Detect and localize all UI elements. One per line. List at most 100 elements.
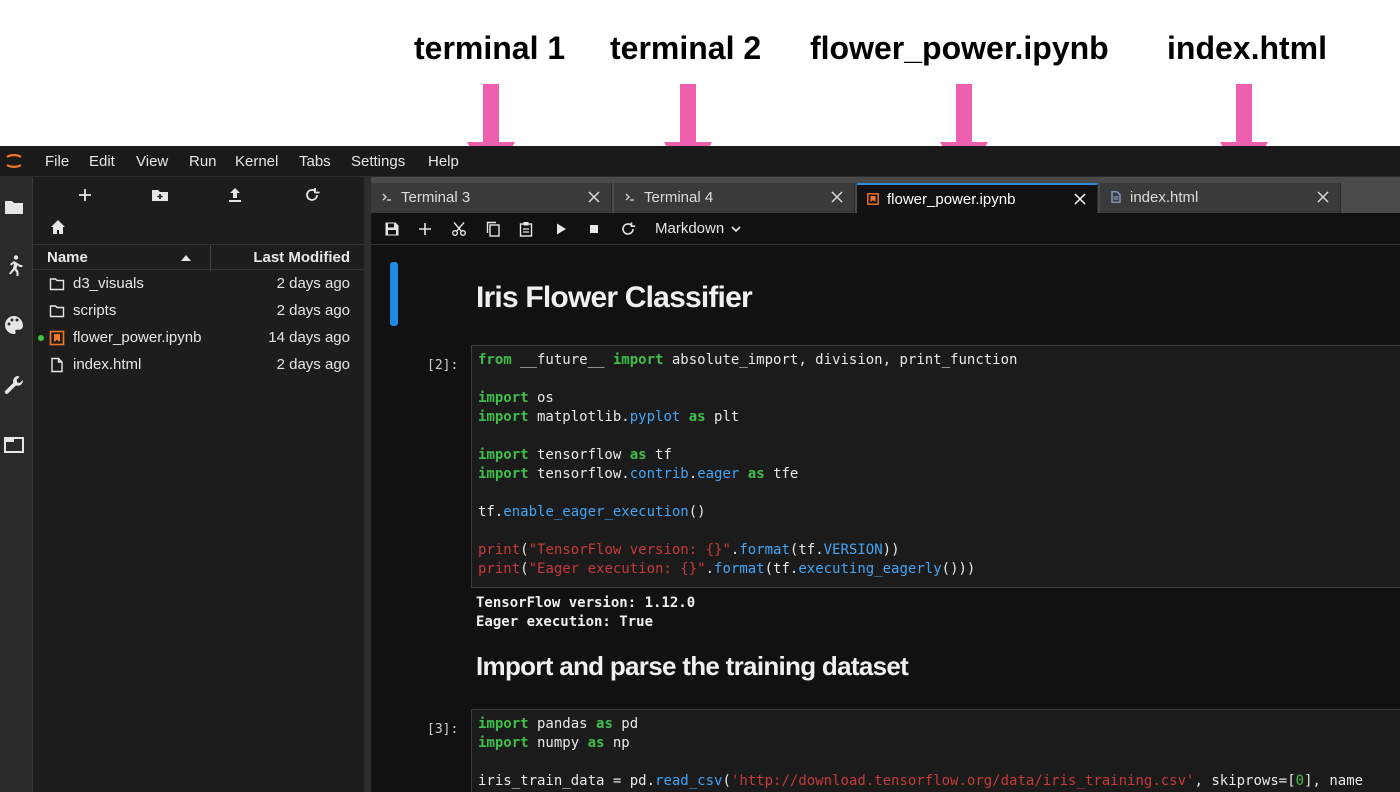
code-line: import numpy as np xyxy=(478,735,630,751)
file-name: flower_power.ipynb xyxy=(73,329,202,346)
tabs-icon[interactable] xyxy=(3,434,25,456)
main-dock-panel: Terminal 3 Terminal 4 flower_power.ipynb… xyxy=(371,177,1400,792)
menubar: File Edit View Run Kernel Tabs Settings … xyxy=(0,146,1400,177)
notebook-panel[interactable]: Iris Flower Classifier [2]: from __futur… xyxy=(371,245,1400,792)
restart-icon[interactable] xyxy=(620,221,636,237)
file-modified: 2 days ago xyxy=(276,275,350,292)
wrench-icon[interactable] xyxy=(3,374,25,396)
code-line: print("Eager execution: {}".format(tf.ex… xyxy=(478,561,976,577)
menu-edit[interactable]: Edit xyxy=(89,153,115,170)
annotation-index-html: index.html xyxy=(1167,30,1328,66)
tab-flower-power-ipynb[interactable]: flower_power.ipynb xyxy=(857,183,1098,213)
cell-output-line: Eager execution: True xyxy=(476,614,654,630)
stop-icon[interactable] xyxy=(586,221,602,237)
file-row-flower-power[interactable]: flower_power.ipynb 14 days ago xyxy=(33,325,364,352)
file-name: scripts xyxy=(73,302,117,319)
jupyter-logo-icon xyxy=(6,154,22,168)
cell-prompt: [2]: xyxy=(427,358,459,373)
active-cell-indicator xyxy=(390,262,398,326)
cell-type-select[interactable]: Markdown xyxy=(655,220,724,237)
annotation-terminal-1: terminal 1 xyxy=(414,30,566,66)
new-folder-icon[interactable] xyxy=(151,186,169,204)
code-cell-editor[interactable]: from __future__ import absolute_import, … xyxy=(471,345,1400,588)
close-icon[interactable] xyxy=(1316,190,1330,204)
code-line: import pandas as pd xyxy=(478,716,639,732)
file-name: index.html xyxy=(73,356,142,373)
upload-icon[interactable] xyxy=(226,186,244,204)
markdown-heading-title[interactable]: Iris Flower Classifier xyxy=(476,281,753,315)
notebook-icon xyxy=(867,193,879,205)
menu-file[interactable]: File xyxy=(45,153,69,170)
folder-icon xyxy=(49,305,65,318)
menu-kernel[interactable]: Kernel xyxy=(235,153,278,170)
file-row-d3-visuals[interactable]: d3_visuals 2 days ago xyxy=(33,271,364,298)
code-line: import tensorflow as tf xyxy=(478,447,672,463)
add-cell-icon[interactable] xyxy=(417,221,433,237)
folder-icon xyxy=(49,278,65,291)
jupyterlab-window: File Edit View Run Kernel Tabs Settings … xyxy=(0,146,1400,792)
tab-terminal-4[interactable]: Terminal 4 xyxy=(614,183,855,213)
code-line: import matplotlib.pyplot as plt xyxy=(478,409,740,425)
code-line: import tensorflow.contrib.eager as tfe xyxy=(478,466,799,482)
file-name: d3_visuals xyxy=(73,275,144,292)
tab-index-html[interactable]: index.html xyxy=(1100,183,1341,213)
markdown-heading-section[interactable]: Import and parse the training dataset xyxy=(476,651,909,682)
cell-output-line: TensorFlow version: 1.12.0 xyxy=(476,595,696,611)
cut-icon[interactable] xyxy=(451,221,467,237)
menu-run[interactable]: Run xyxy=(189,153,217,170)
file-list-header: Name Last Modified xyxy=(33,244,364,271)
palette-icon[interactable] xyxy=(3,314,25,336)
chevron-down-icon[interactable] xyxy=(731,226,741,233)
column-name[interactable]: Name xyxy=(47,249,88,266)
code-line: print("TensorFlow version: {}".format(tf… xyxy=(478,542,900,558)
panel-splitter[interactable] xyxy=(364,177,371,792)
terminal-icon xyxy=(382,193,391,201)
notebook-toolbar: Markdown xyxy=(371,213,1400,245)
file-icon xyxy=(1111,191,1121,203)
save-icon[interactable] xyxy=(384,221,400,237)
tab-terminal-3[interactable]: Terminal 3 xyxy=(371,183,612,213)
terminal-icon xyxy=(625,193,634,201)
refresh-icon[interactable] xyxy=(303,186,321,204)
paste-icon[interactable] xyxy=(518,221,534,237)
file-row-index-html[interactable]: index.html 2 days ago xyxy=(33,352,364,379)
file-row-scripts[interactable]: scripts 2 days ago xyxy=(33,298,364,325)
folder-icon[interactable] xyxy=(3,196,25,218)
menu-help[interactable]: Help xyxy=(428,153,459,170)
close-icon[interactable] xyxy=(830,190,844,204)
close-icon[interactable] xyxy=(587,190,601,204)
file-modified: 14 days ago xyxy=(268,329,350,346)
tab-label: Terminal 3 xyxy=(401,189,471,206)
code-cell-editor[interactable]: import pandas as pd import numpy as np i… xyxy=(471,709,1400,792)
file-browser: Name Last Modified d3_visuals 2 days ago… xyxy=(33,177,364,792)
tab-label: Terminal 4 xyxy=(644,189,714,206)
running-indicator xyxy=(38,335,44,341)
column-divider[interactable] xyxy=(210,245,211,271)
sort-ascending-icon[interactable] xyxy=(181,254,191,262)
menu-settings[interactable]: Settings xyxy=(351,153,405,170)
menu-tabs[interactable]: Tabs xyxy=(299,153,331,170)
code-line: tf.enable_eager_execution() xyxy=(478,504,706,520)
menu-view[interactable]: View xyxy=(136,153,168,170)
tab-label: index.html xyxy=(1130,189,1199,206)
notebook-icon xyxy=(49,330,65,346)
column-last-modified[interactable]: Last Modified xyxy=(253,249,350,266)
home-icon[interactable] xyxy=(49,218,67,236)
code-line: import os xyxy=(478,390,554,406)
running-icon[interactable] xyxy=(3,254,25,276)
cell-prompt: [3]: xyxy=(427,722,459,737)
tab-label: flower_power.ipynb xyxy=(887,191,1016,208)
annotation-terminal-2: terminal 2 xyxy=(610,30,762,66)
annotation-notebook: flower_power.ipynb xyxy=(810,30,1109,66)
code-line: iris_train_data = pd.read_csv('http://do… xyxy=(478,773,1364,789)
code-line: from __future__ import absolute_import, … xyxy=(478,352,1018,368)
file-modified: 2 days ago xyxy=(276,356,350,373)
activity-bar xyxy=(0,177,33,792)
tab-bar: Terminal 3 Terminal 4 flower_power.ipynb… xyxy=(371,177,1400,213)
plus-icon[interactable] xyxy=(76,186,94,204)
copy-icon[interactable] xyxy=(485,221,501,237)
file-modified: 2 days ago xyxy=(276,302,350,319)
close-icon[interactable] xyxy=(1073,192,1087,206)
file-icon xyxy=(51,357,63,373)
run-icon[interactable] xyxy=(553,221,569,237)
